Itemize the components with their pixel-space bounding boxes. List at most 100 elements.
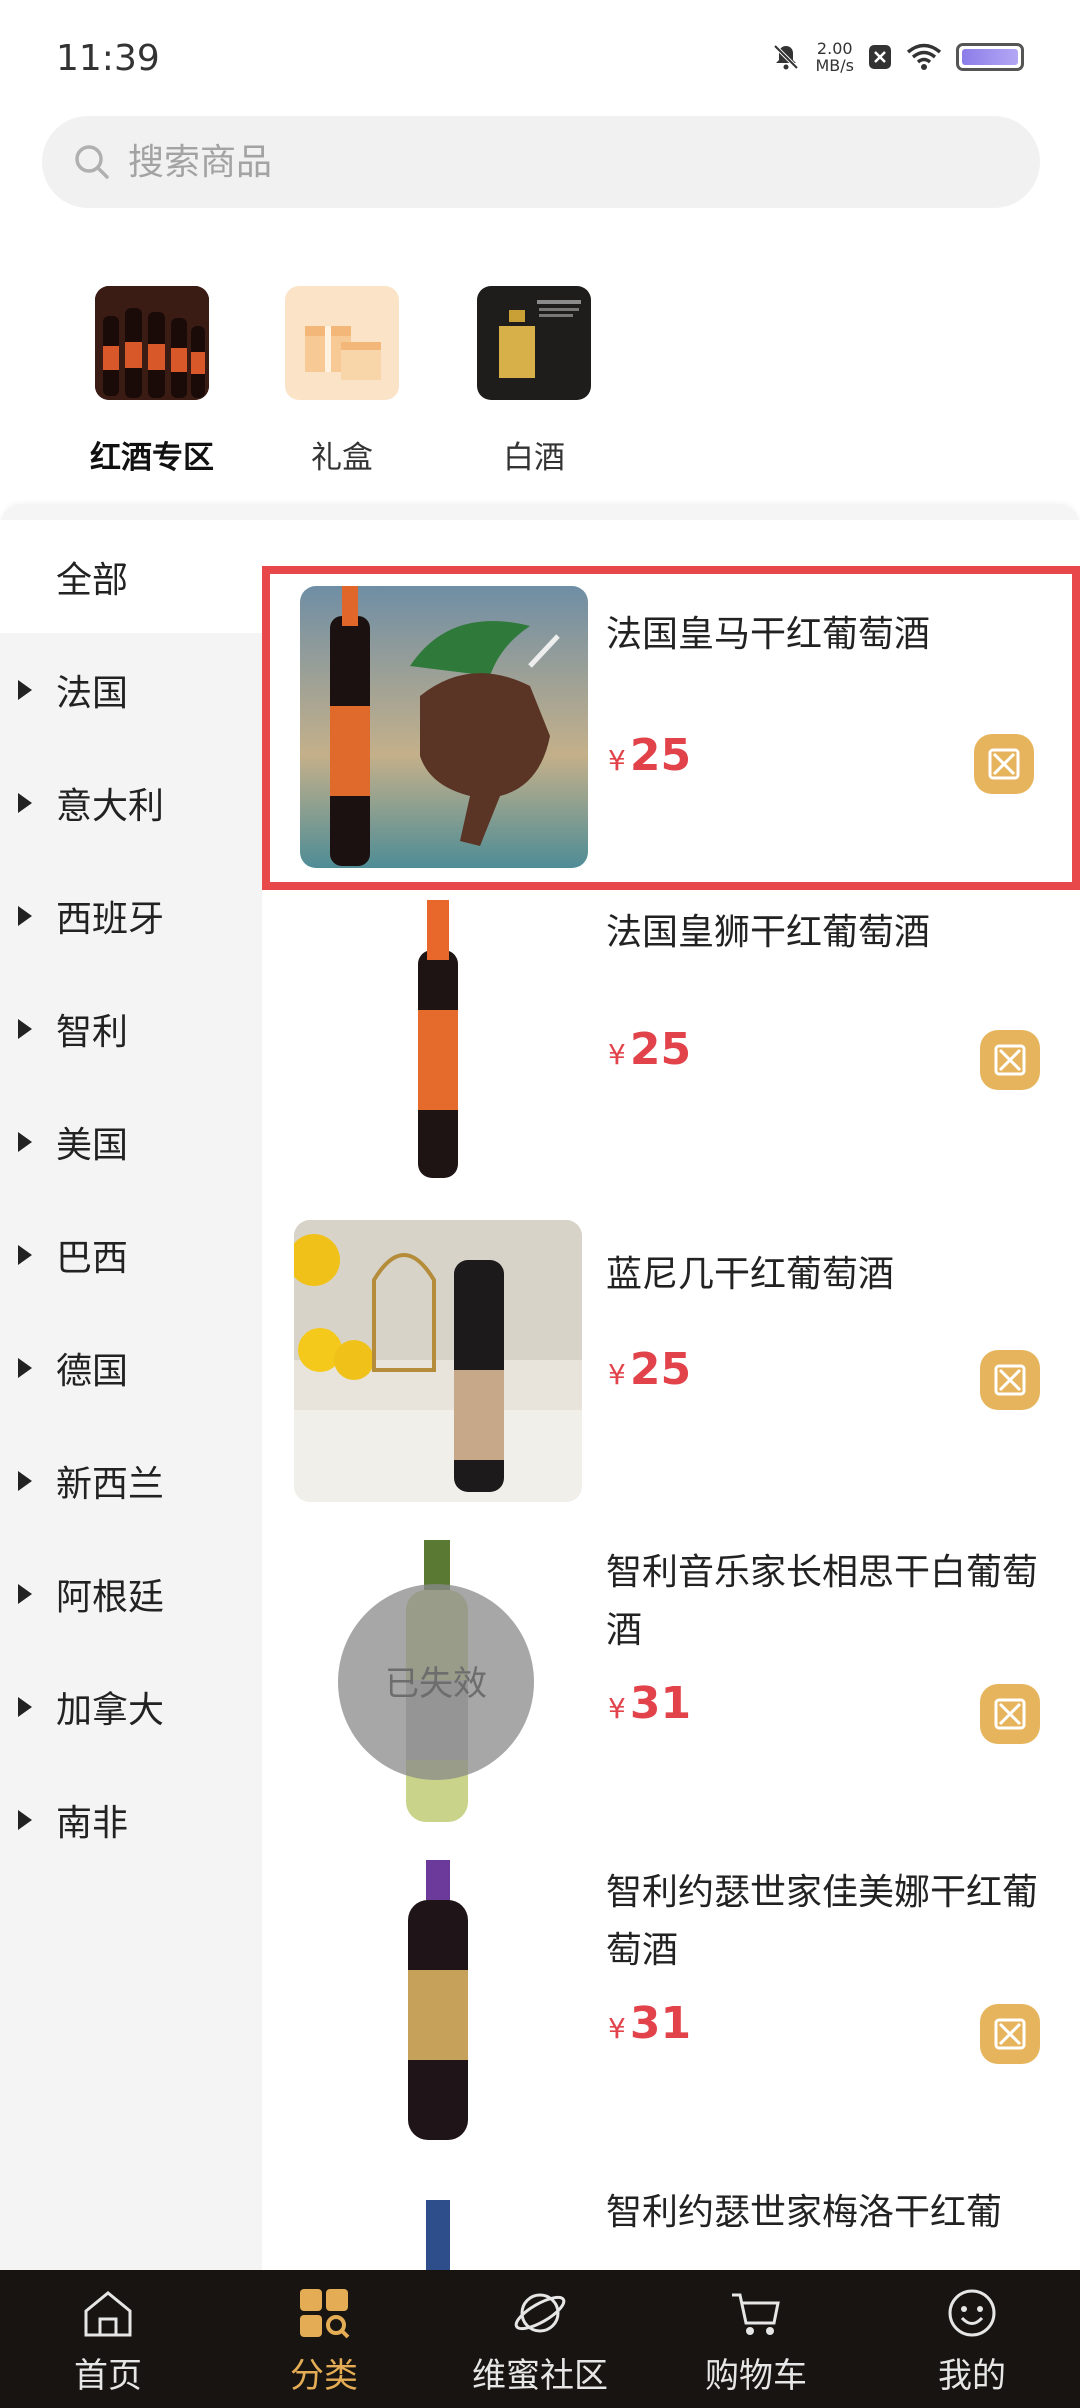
planet-icon: [510, 2284, 570, 2342]
sidebar-item-spain[interactable]: 西班牙: [0, 859, 262, 972]
tab-label: 购物车: [705, 2356, 807, 2396]
add-to-cart-button[interactable]: [980, 2004, 1040, 2064]
gift-box-thumbnail: [285, 286, 399, 400]
currency-symbol: ¥: [608, 1358, 626, 1391]
sidebar-item-label: 南非: [56, 1802, 129, 1844]
product-card[interactable]: 法国皇狮干红葡萄酒 ¥25: [262, 900, 1080, 1200]
wifi-icon: [906, 43, 942, 70]
sidebar-item-label: 加拿大: [56, 1689, 165, 1731]
sidebar-item-label: 巴西: [56, 1237, 129, 1279]
product-image: [294, 2180, 582, 2270]
expand-triangle-icon: [18, 1696, 32, 1717]
mute-bell-icon: [774, 44, 799, 70]
status-bar: 11:39 2.00 MB/s: [0, 0, 1080, 110]
product-image: [294, 1220, 582, 1502]
box-icon: [994, 1364, 1026, 1396]
box-icon: [994, 1044, 1026, 1076]
product-card[interactable]: 已失效 智利音乐家长相思干白葡萄酒 ¥31: [262, 1540, 1080, 1860]
product-price: ¥25: [608, 1344, 691, 1395]
search-input[interactable]: [128, 141, 928, 183]
category-icon: [294, 2284, 354, 2342]
price-value: 25: [629, 1344, 692, 1395]
price-value: 25: [629, 1024, 692, 1075]
top-category-gift-box[interactable]: 礼盒: [262, 286, 422, 477]
sidebar-item-south-africa[interactable]: 南非: [0, 1763, 262, 1876]
sidebar-item-canada[interactable]: 加拿大: [0, 1650, 262, 1763]
sidebar-item-label: 阿根廷: [56, 1576, 165, 1618]
battery-icon: [956, 43, 1024, 71]
sidebar-item-label: 法国: [56, 672, 129, 714]
product-name: 蓝尼几干红葡萄酒: [606, 1254, 895, 1295]
smiley-icon: [942, 2284, 1002, 2342]
product-price: ¥31: [608, 1678, 691, 1729]
sidebar-item-label: 全部: [56, 559, 129, 601]
currency-symbol: ¥: [608, 2012, 626, 2045]
sidebar-item-italy[interactable]: 意大利: [0, 746, 262, 859]
net-speed-unit: MB/s: [815, 56, 854, 75]
expand-triangle-icon: [18, 792, 32, 813]
box-icon: [994, 1698, 1026, 1730]
top-category-baijiu[interactable]: 白酒: [454, 286, 614, 477]
product-name: 法国皇马干红葡萄酒: [606, 614, 931, 655]
search-icon: [68, 138, 116, 186]
sidebar-item-usa[interactable]: 美国: [0, 1085, 262, 1198]
currency-symbol: ¥: [608, 1038, 626, 1071]
product-price: ¥31: [608, 1998, 691, 2049]
tab-cart[interactable]: 购物车: [648, 2270, 864, 2408]
sidebar-item-argentina[interactable]: 阿根廷: [0, 1537, 262, 1650]
product-name: 智利约瑟世家佳美娜干红葡萄酒: [606, 1872, 1039, 1971]
expand-triangle-icon: [18, 1583, 32, 1604]
sidebar-item-label: 西班牙: [56, 898, 165, 940]
tab-profile[interactable]: 我的: [864, 2270, 1080, 2408]
baijiu-thumbnail: [477, 286, 591, 400]
product-image: [300, 586, 588, 868]
add-to-cart-button[interactable]: [980, 1350, 1040, 1410]
expand-triangle-icon: [18, 1244, 32, 1265]
sidebar-item-all[interactable]: 全部: [0, 520, 262, 633]
product-card[interactable]: 智利约瑟世家梅洛干红葡: [262, 2180, 1080, 2270]
sidebar-item-france[interactable]: 法国: [0, 633, 262, 746]
search-bar[interactable]: [42, 116, 1040, 208]
tab-home[interactable]: 首页: [0, 2270, 216, 2408]
expand-triangle-icon: [18, 1357, 32, 1378]
close-box-icon: [869, 45, 891, 69]
add-to-cart-button[interactable]: [980, 1684, 1040, 1744]
box-icon: [994, 2018, 1026, 2050]
sidebar-item-label: 德国: [56, 1350, 129, 1392]
sidebar-item-germany[interactable]: 德国: [0, 1311, 262, 1424]
sidebar-item-new-zealand[interactable]: 新西兰: [0, 1424, 262, 1537]
top-category-label: 白酒: [503, 440, 565, 476]
tab-label: 首页: [74, 2356, 142, 2396]
status-icons: 2.00 MB/s: [771, 40, 1024, 74]
net-speed: 2.00 MB/s: [815, 40, 854, 74]
tab-label: 维蜜社区: [472, 2356, 608, 2396]
status-time: 11:39: [56, 38, 160, 79]
sidebar-item-brazil[interactable]: 巴西: [0, 1198, 262, 1311]
expand-triangle-icon: [18, 1470, 32, 1491]
top-category-label: 红酒专区: [90, 440, 214, 476]
cart-icon: [726, 2284, 786, 2342]
add-to-cart-button[interactable]: [974, 734, 1034, 794]
price-value: 31: [629, 1678, 692, 1729]
tab-category[interactable]: 分类: [216, 2270, 432, 2408]
sidebar-item-label: 智利: [56, 1011, 129, 1053]
product-card[interactable]: 蓝尼几干红葡萄酒 ¥25: [262, 1220, 1080, 1520]
tab-community[interactable]: 维蜜社区: [432, 2270, 648, 2408]
sidebar-item-chile[interactable]: 智利: [0, 972, 262, 1085]
product-card[interactable]: 法国皇马干红葡萄酒 ¥25: [262, 566, 1080, 890]
expired-overlay-label: 已失效: [385, 1664, 487, 1704]
product-card[interactable]: 智利约瑟世家佳美娜干红葡萄酒 ¥31: [262, 1860, 1080, 2180]
product-list: 法国皇马干红葡萄酒 ¥25 法国皇狮干红葡萄酒 ¥25 蓝尼几干红葡萄酒 ¥25…: [262, 520, 1080, 2270]
product-name: 法国皇狮干红葡萄酒: [606, 912, 931, 953]
product-price: ¥25: [608, 730, 691, 781]
price-value: 31: [629, 1998, 692, 2049]
add-to-cart-button[interactable]: [980, 1030, 1040, 1090]
top-category-red-wine[interactable]: 红酒专区: [72, 286, 232, 477]
product-image: 已失效: [294, 1540, 582, 1822]
battery-level: [962, 49, 1018, 65]
product-price: ¥25: [608, 1024, 691, 1075]
sidebar-item-label: 美国: [56, 1124, 129, 1166]
box-icon: [988, 748, 1020, 780]
expand-triangle-icon: [18, 1131, 32, 1152]
currency-symbol: ¥: [608, 1692, 626, 1725]
